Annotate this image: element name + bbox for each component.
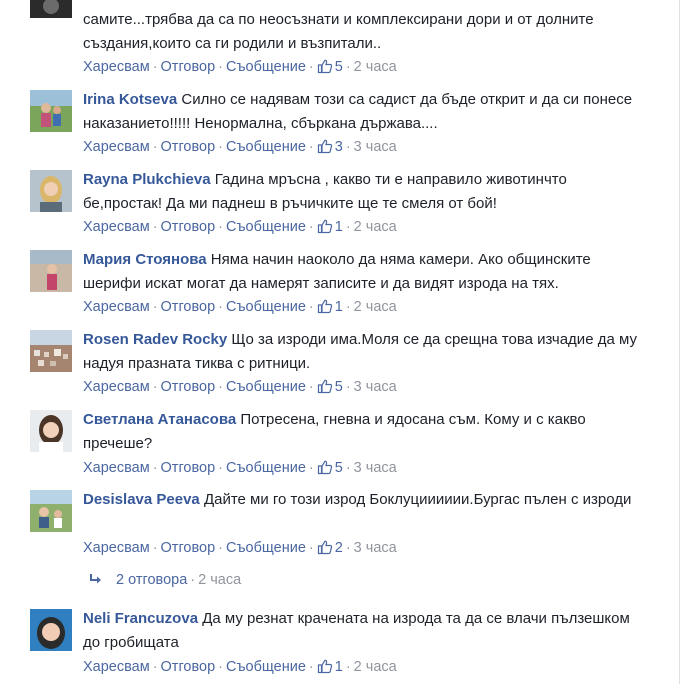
message-link[interactable]: Съобщение: [226, 379, 306, 395]
comment-actions: Харесвам · Отговор · Съобщение · 1 · 2 часа: [83, 657, 397, 680]
like-link[interactable]: Харесвам: [83, 59, 150, 75]
avatar[interactable]: [30, 330, 72, 372]
comment-actions: Харесвам · Отговор · Съобщение · 2 · 3 часа: [83, 538, 397, 561]
message-link[interactable]: Съобщение: [226, 460, 306, 476]
like-count[interactable]: 2: [335, 540, 343, 556]
thumbs-up-icon[interactable]: [317, 58, 333, 80]
panel-border: [679, 0, 680, 684]
comment-actions: Харесвам · Отговор · Съобщение · 1 · 2 часа: [83, 297, 397, 320]
author-name[interactable]: Rosen Radev Rocky: [83, 331, 227, 348]
thumbs-up-icon[interactable]: [317, 658, 333, 680]
timestamp[interactable]: 2 часа: [354, 659, 397, 675]
comment-text: Neli Francuzova Да му резнат крачената н…: [83, 607, 643, 655]
author-name[interactable]: Светлана Атанасова: [83, 411, 236, 428]
message-link[interactable]: Съобщение: [226, 219, 306, 235]
thumbs-up-icon[interactable]: [317, 378, 333, 400]
like-link[interactable]: Харесвам: [83, 659, 150, 675]
thumbs-up-icon[interactable]: [317, 218, 333, 240]
like-count[interactable]: 3: [335, 139, 343, 155]
comment-text: Светлана Атанасова Потресена, гневна и я…: [83, 408, 643, 456]
timestamp[interactable]: 3 часа: [354, 540, 397, 556]
comment-text: Rosen Radev Rocky Що за изроди има.Моля …: [83, 328, 643, 376]
comment-body: Дайте ми го този изрод Боклуцииииии.Бург…: [203, 491, 632, 508]
message-link[interactable]: Съобщение: [226, 659, 306, 675]
timestamp[interactable]: 3 часа: [354, 379, 397, 395]
avatar[interactable]: [30, 609, 72, 651]
comment-actions: Харесвам · Отговор · Съобщение · 5 · 3 часа: [83, 377, 397, 400]
comment-actions: Харесвам · Отговор · Съобщение · 5 · 3 часа: [83, 458, 397, 481]
thumbs-up-icon[interactable]: [317, 539, 333, 561]
avatar[interactable]: [30, 90, 72, 132]
comment-actions: Харесвам · Отговор · Съобщение · 3 · 3 часа: [83, 137, 397, 160]
like-count[interactable]: 5: [335, 379, 343, 395]
view-replies-link[interactable]: 2 отговора: [116, 572, 187, 588]
comment-body: самите...трябва да са по неосъзнати и ко…: [83, 11, 594, 52]
comment-text: Rayna Plukchieva Гадина мръсна , какво т…: [83, 168, 643, 216]
reply-link[interactable]: Отговор: [161, 59, 216, 75]
like-link[interactable]: Харесвам: [83, 540, 150, 556]
thumbs-up-icon[interactable]: [317, 459, 333, 481]
author-name[interactable]: Мария Стоянова: [83, 251, 207, 268]
timestamp[interactable]: 2 часа: [354, 299, 397, 315]
replies-row: 2 отговора · 2 часа: [88, 570, 241, 590]
like-count[interactable]: 1: [335, 299, 343, 315]
reply-link[interactable]: Отговор: [161, 379, 216, 395]
thumbs-up-icon[interactable]: [317, 138, 333, 160]
comment-actions: Харесвам · Отговор · Съобщение · 1 · 2 часа: [83, 217, 397, 240]
like-link[interactable]: Харесвам: [83, 299, 150, 315]
like-link[interactable]: Харесвам: [83, 379, 150, 395]
comment-text: самите...трябва да са по неосъзнати и ко…: [83, 8, 643, 56]
like-link[interactable]: Харесвам: [83, 219, 150, 235]
author-name[interactable]: Desislava Peeva: [83, 491, 200, 508]
avatar[interactable]: [30, 0, 72, 18]
message-link[interactable]: Съобщение: [226, 540, 306, 556]
timestamp[interactable]: 2 часа: [354, 59, 397, 75]
reply-link[interactable]: Отговор: [161, 139, 216, 155]
like-link[interactable]: Харесвам: [83, 139, 150, 155]
timestamp[interactable]: 3 часа: [354, 460, 397, 476]
reply-link[interactable]: Отговор: [161, 219, 216, 235]
avatar[interactable]: [30, 410, 72, 452]
reply-arrow-icon[interactable]: [88, 572, 104, 588]
comment-actions: Харесвам · Отговор · Съобщение · 5 · 2 часа: [83, 57, 397, 80]
avatar[interactable]: [30, 170, 72, 212]
author-name[interactable]: Irina Kotseva: [83, 91, 177, 108]
reply-link[interactable]: Отговор: [161, 540, 216, 556]
comment-text: Desislava Peeva Дайте ми го този изрод Б…: [83, 488, 643, 512]
comments-panel: самите...трябва да са по неосъзнати и ко…: [0, 0, 690, 684]
like-count[interactable]: 5: [335, 59, 343, 75]
message-link[interactable]: Съобщение: [226, 139, 306, 155]
thumbs-up-icon[interactable]: [317, 298, 333, 320]
message-link[interactable]: Съобщение: [226, 59, 306, 75]
timestamp[interactable]: 3 часа: [354, 139, 397, 155]
comment-text: Irina Kotseva Силно се надявам този са с…: [83, 88, 643, 136]
comment-text: Мария Стоянова Няма начин наоколо да ням…: [83, 248, 643, 296]
like-count[interactable]: 5: [335, 460, 343, 476]
like-link[interactable]: Харесвам: [83, 460, 150, 476]
replies-timestamp[interactable]: 2 часа: [198, 572, 241, 588]
message-link[interactable]: Съобщение: [226, 299, 306, 315]
author-name[interactable]: Rayna Plukchieva: [83, 171, 211, 188]
reply-link[interactable]: Отговор: [161, 659, 216, 675]
timestamp[interactable]: 2 часа: [354, 219, 397, 235]
reply-link[interactable]: Отговор: [161, 460, 216, 476]
like-count[interactable]: 1: [335, 659, 343, 675]
author-name[interactable]: Neli Francuzova: [83, 610, 198, 627]
avatar[interactable]: [30, 490, 72, 532]
reply-link[interactable]: Отговор: [161, 299, 216, 315]
like-count[interactable]: 1: [335, 219, 343, 235]
avatar[interactable]: [30, 250, 72, 292]
